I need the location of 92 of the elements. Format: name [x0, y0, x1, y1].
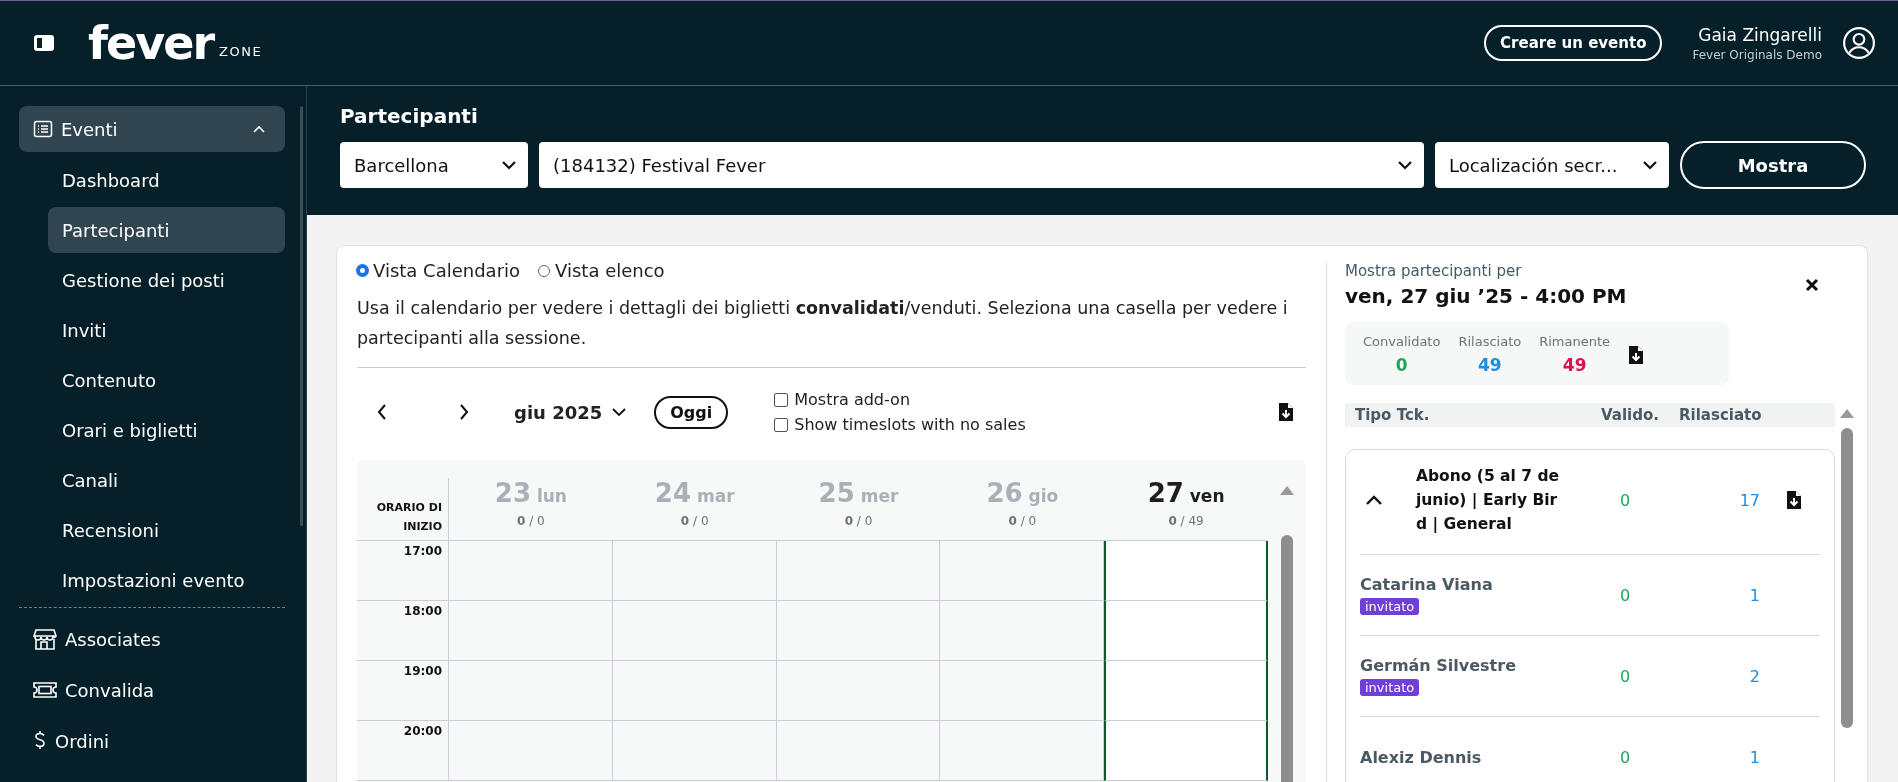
chevron-down-icon — [502, 160, 516, 170]
scroll-up-icon[interactable] — [1280, 486, 1294, 495]
scroll-up-icon[interactable] — [1840, 409, 1854, 418]
sidebar-subitem[interactable]: Partecipanti — [48, 207, 285, 253]
day-header[interactable]: 24 mar 0 / 0 — [612, 478, 777, 540]
chevron-down-icon — [1398, 160, 1412, 170]
scrollbar[interactable] — [300, 106, 303, 526]
month-picker[interactable]: giu 2025 — [514, 401, 627, 423]
store-icon — [33, 628, 57, 650]
time-label: 19:00 — [357, 661, 449, 721]
time-label: 17:00 — [357, 541, 449, 601]
attendee-name: Germán Silvestre — [1360, 656, 1517, 675]
ticket-icon — [33, 681, 57, 699]
stat-label: Convalidato — [1363, 334, 1441, 349]
sidebar-subitem[interactable]: Inviti — [48, 307, 285, 353]
user-avatar-icon[interactable] — [1842, 26, 1876, 60]
panel-title: ven, 27 giu ’25 - 4:00 PM — [1345, 284, 1627, 308]
download-icon[interactable] — [1628, 344, 1645, 365]
sidebar-subitem[interactable]: Impostazioni evento — [48, 557, 285, 603]
released-count: 1 — [1748, 585, 1761, 605]
checkbox[interactable] — [774, 417, 789, 432]
sidebar-subitem[interactable]: Canali — [48, 457, 285, 503]
dropdown[interactable]: Localización secr... — [1435, 142, 1669, 188]
attendee-name: Alexiz Dennis — [1360, 747, 1483, 767]
sidebar-subitem[interactable]: Dashboard — [48, 157, 285, 203]
chevron-down-icon — [1643, 160, 1657, 170]
stat-value: 0 — [1395, 355, 1408, 375]
radio-button[interactable] — [357, 265, 368, 276]
sidebar-subitem[interactable]: Gestione dei posti — [48, 257, 285, 303]
dropdown[interactable]: Barcellona — [340, 142, 528, 188]
time-slot[interactable] — [1104, 541, 1268, 601]
stat-label: Rimanente — [1539, 334, 1611, 349]
stat-label: Rilasciato — [1458, 334, 1522, 349]
time-slot[interactable] — [1104, 721, 1268, 781]
checkbox[interactable] — [774, 392, 789, 407]
column-header: Valido. — [1601, 406, 1660, 424]
status-tag: invitato — [1360, 598, 1420, 615]
time-label: 18:00 — [357, 601, 449, 661]
day-header[interactable]: 26 gio 0 / 0 — [940, 478, 1105, 540]
validated-count: 0 — [1618, 490, 1632, 510]
sidebar-item[interactable]: Associates — [19, 616, 285, 662]
chevron-down-icon — [612, 407, 627, 417]
released-count: 17 — [1738, 490, 1761, 510]
attendee-name: Catarina Viana — [1360, 575, 1494, 594]
day-header[interactable]: 27 ven 0 / 49 — [1104, 478, 1268, 540]
stat-value: 49 — [1478, 355, 1502, 375]
validated-count: 0 — [1618, 747, 1632, 767]
checkbox-option[interactable]: Mostra add-on — [774, 390, 1026, 409]
logo-subtitle: ZONE — [219, 43, 263, 59]
download-icon[interactable] — [1278, 402, 1294, 422]
sidebar-subitem[interactable]: Orari e biglietti — [48, 407, 285, 453]
radio-option[interactable]: Vista Calendario — [357, 260, 521, 281]
time-slot[interactable] — [1104, 661, 1268, 721]
user-organization: Fever Originals Demo — [1692, 47, 1822, 62]
close-icon[interactable] — [1805, 278, 1819, 292]
sidebar-item[interactable]: Ordini — [19, 718, 285, 764]
day-header[interactable]: 23 lun 0 / 0 — [449, 478, 613, 540]
next-icon[interactable] — [459, 404, 469, 420]
status-tag: invitato — [1360, 679, 1420, 696]
sidebar-item[interactable]: Eventi — [19, 106, 285, 152]
show-button[interactable]: Mostra — [1680, 141, 1866, 189]
download-icon[interactable] — [1786, 490, 1802, 510]
column-header: Tipo Tck. — [1355, 406, 1431, 424]
released-count: 2 — [1748, 666, 1761, 686]
time-slot[interactable] — [1104, 601, 1268, 661]
validated-count: 0 — [1618, 585, 1632, 605]
checkbox-option[interactable]: Show timeslots with no sales — [774, 415, 1026, 434]
create-event-button[interactable]: Creare un evento — [1484, 25, 1663, 61]
stat-value: 49 — [1562, 355, 1587, 375]
sidebar-subitem[interactable]: Recensioni — [48, 507, 285, 553]
radio-option[interactable]: Vista elenco — [538, 260, 665, 281]
user-name: Gaia Zingarelli — [1698, 24, 1822, 45]
scrollbar[interactable] — [1841, 428, 1853, 728]
column-header: ORARIO DI INIZIO — [357, 478, 449, 540]
previous-icon[interactable] — [377, 404, 387, 420]
scrollbar[interactable] — [1281, 535, 1293, 782]
dropdown[interactable]: (184132) Festival Fever — [539, 142, 1424, 188]
description-text: Usa il calendario per vedere i dettagli dei biglietti convalidati/venduti. Seleziona una casella per vedere i partecipanti alla sessione. — [357, 297, 1289, 350]
validated-count: 0 — [1618, 666, 1632, 686]
chevron-up-icon[interactable] — [1366, 495, 1382, 505]
ticket-type-name: Abono (5 al 7 de junio) | Early Bird | General — [1416, 466, 1561, 535]
today-button[interactable]: Oggi — [654, 395, 729, 429]
page-title: Partecipanti — [340, 104, 479, 128]
column-header: Rilasciato — [1679, 406, 1763, 424]
panel-label: Mostra partecipanti per — [1345, 262, 1523, 280]
sidebar-subitem[interactable]: Contenuto — [48, 357, 285, 403]
day-header[interactable]: 25 mer 0 / 0 — [776, 478, 941, 540]
list-icon — [33, 119, 53, 139]
sidebar-item[interactable]: Convalida — [19, 667, 285, 713]
logo[interactable]: fever — [88, 20, 214, 66]
time-label: 20:00 — [357, 721, 449, 781]
released-count: 1 — [1748, 747, 1761, 767]
